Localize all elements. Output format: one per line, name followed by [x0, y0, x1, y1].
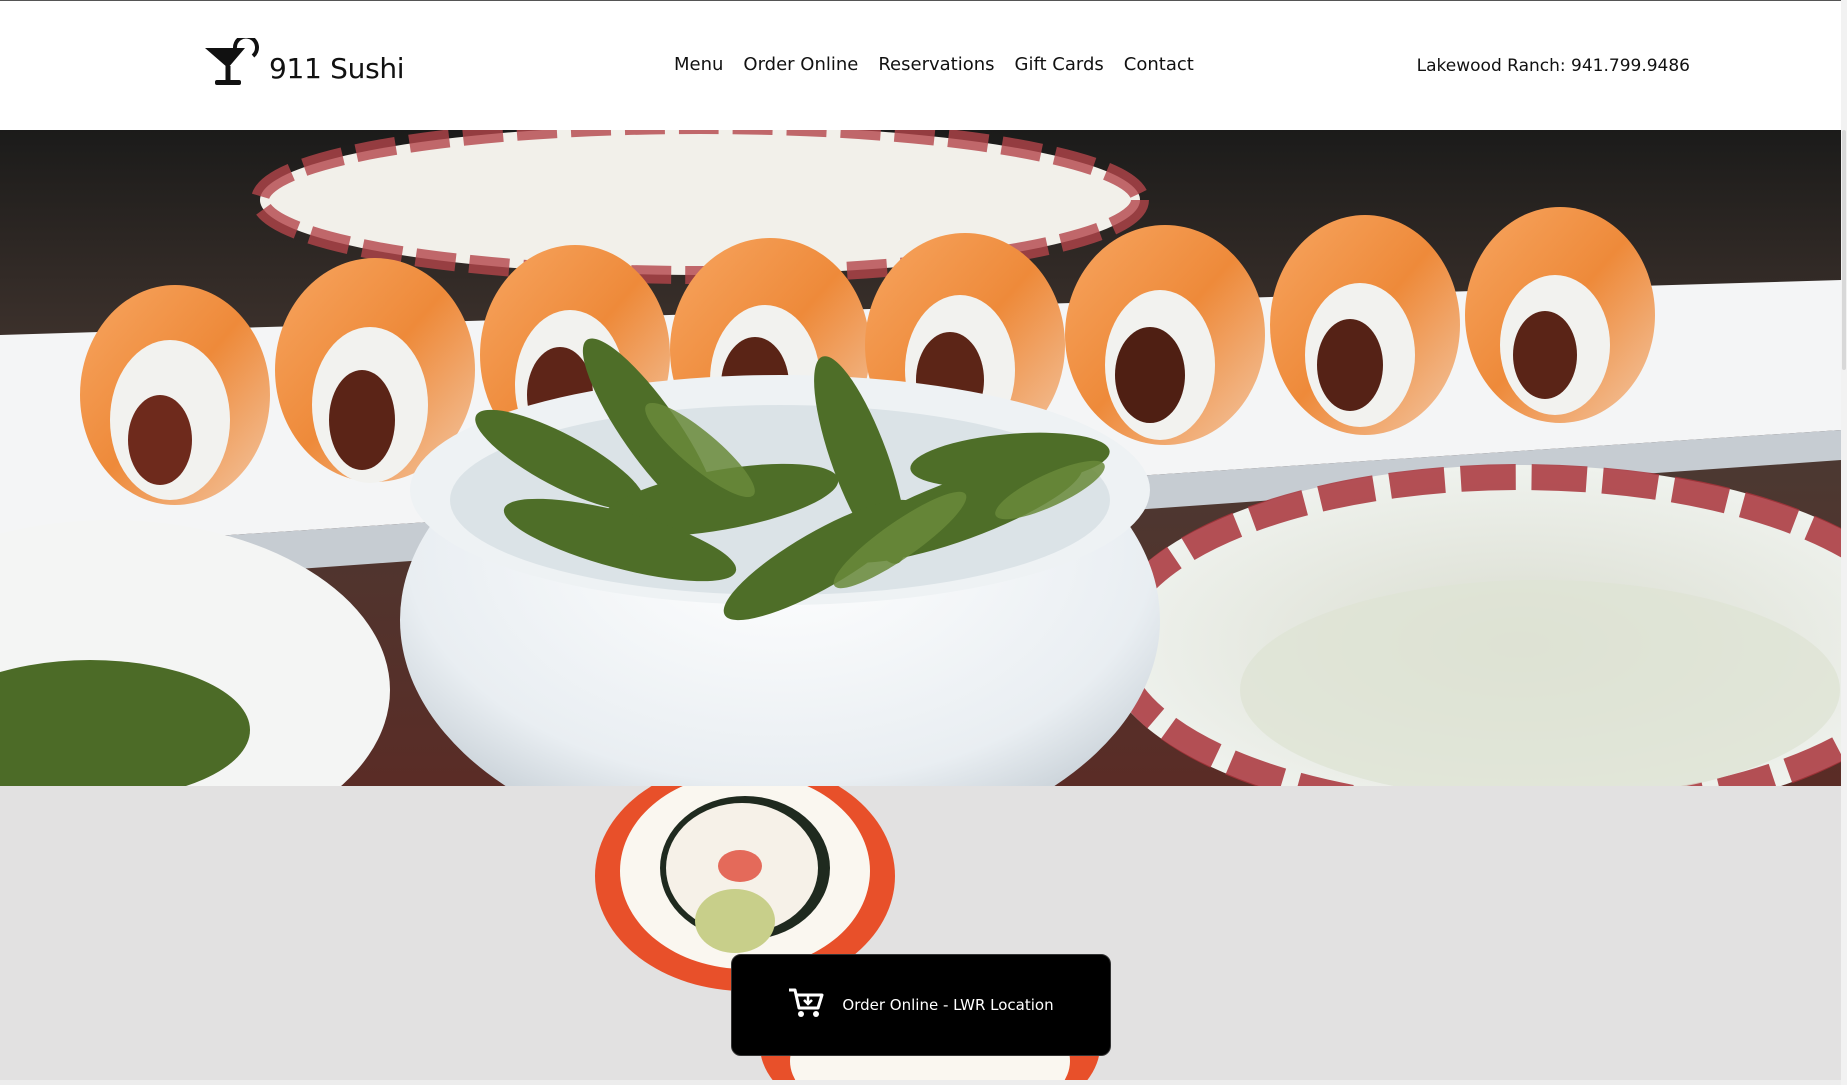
nav-order-online[interactable]: Order Online	[743, 54, 858, 75]
brand-name: 911 Sushi	[269, 51, 405, 85]
order-online-lwr-button[interactable]: Order Online - LWR Location	[731, 954, 1111, 1056]
sushi-edamame-photo	[0, 130, 1841, 786]
hero-image	[0, 130, 1841, 786]
site-header: 911 Sushi Menu Order Online Reservations…	[0, 1, 1841, 130]
nav-reservations[interactable]: Reservations	[878, 54, 994, 75]
page-bottom-edge	[0, 1080, 1841, 1085]
phone-link[interactable]: Lakewood Ranch: 941.799.9486	[1417, 56, 1690, 76]
cocktail-glass-icon	[203, 34, 263, 99]
nav-contact[interactable]: Contact	[1124, 54, 1194, 75]
main-nav: Menu Order Online Reservations Gift Card…	[674, 54, 1194, 75]
nav-menu[interactable]: Menu	[674, 54, 723, 75]
page-scrollbar-thumb[interactable]	[1842, 130, 1846, 370]
nav-gift-cards[interactable]: Gift Cards	[1015, 54, 1104, 75]
cart-download-icon	[788, 987, 824, 1023]
brand-logo-link[interactable]: 911 Sushi	[203, 34, 405, 99]
order-online-lwr-label: Order Online - LWR Location	[842, 996, 1054, 1014]
